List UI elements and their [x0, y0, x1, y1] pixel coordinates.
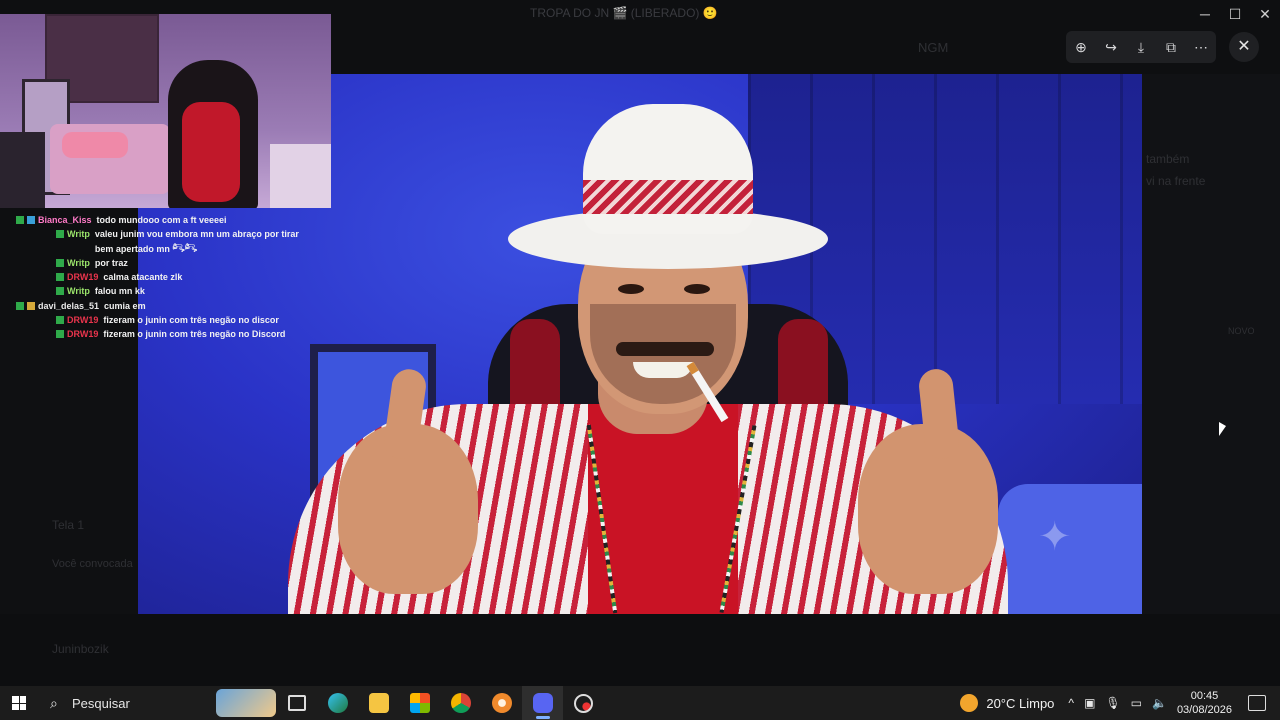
microphone-icon[interactable]: 🎙 [1105, 696, 1120, 710]
chat-badge-icon [56, 287, 64, 296]
clock-date: 03/08/2026 [1176, 704, 1232, 716]
sheet [270, 144, 331, 208]
image-viewer-toolbar: ⊕ ↪ ⤓ ⧉ ⋯ [1066, 31, 1216, 63]
discord-icon[interactable] [522, 686, 563, 720]
maximize-button[interactable]: ☐ [1220, 0, 1250, 28]
network-icon[interactable]: ▭ [1131, 696, 1142, 710]
chat-badge-icon [56, 230, 64, 239]
background-bottom-bar [0, 614, 1280, 686]
chat-username: Writp [67, 286, 90, 297]
open-external-icon[interactable]: ⧉ [1159, 39, 1183, 56]
search-highlight-image [216, 689, 276, 717]
faded-text: Tela 1 [52, 518, 85, 532]
taskbar: ⌕ Pesquisar 20°C Limpo ^ ▣ 🎙 ▭ 🔈 00:45 0… [0, 686, 1280, 720]
moon-icon [960, 694, 979, 712]
orange-app-icon[interactable] [481, 686, 522, 720]
search-icon: ⌕ [50, 694, 58, 711]
chair-red-accent [182, 102, 240, 202]
start-button[interactable] [0, 686, 38, 720]
tray-chevron-icon[interactable]: ^ [1068, 696, 1074, 710]
eye [618, 284, 644, 294]
chrome-icon[interactable] [440, 686, 481, 720]
chat-message: davi_delas_51 cumia em [16, 299, 316, 313]
chat-text: falou mn kk [94, 286, 145, 297]
clock-time: 00:45 [1190, 690, 1219, 702]
chat-text: por traz [94, 257, 128, 268]
window-controls: ─ ☐ ✕ [1190, 0, 1280, 28]
faded-text: Você convocada [52, 558, 133, 570]
chat-message: Bianca_Kiss todo mundooo com a ft veeeei [16, 213, 316, 227]
volume-icon[interactable]: 🔈 [1152, 696, 1167, 710]
chat-username: davi_delas_51 [38, 300, 100, 311]
chat-badge-icon [56, 316, 64, 325]
clock-app-icon[interactable] [563, 686, 604, 720]
chat-badge-icon [56, 273, 64, 282]
desk [0, 132, 45, 208]
mouse-cursor-icon [1219, 422, 1226, 436]
chat-text: todo mundooo com a ft veeeei [96, 215, 227, 225]
search-placeholder: Pesquisar [72, 695, 130, 711]
taskbar-clock[interactable]: 00:45 03/08/2026 [1177, 689, 1232, 717]
chat-message: DRW19 calma atacante zlk [16, 270, 316, 284]
faded-text: também [1146, 152, 1190, 166]
smile [633, 362, 693, 378]
chat-badge-icon [27, 301, 35, 310]
taskbar-search[interactable]: ⌕ Pesquisar [38, 686, 276, 720]
minimize-button[interactable]: ─ [1190, 0, 1220, 28]
chat-username: DRW19 [67, 272, 99, 283]
faded-badge: NOVO [1228, 326, 1255, 336]
chat-badge-icon [56, 330, 64, 339]
more-options-icon[interactable]: ⋯ [1189, 39, 1213, 56]
faded-text: NGM [918, 40, 949, 55]
sparkle-icon: ✦ [1038, 515, 1072, 559]
chat-username: Writp [67, 229, 90, 240]
file-explorer-icon[interactable] [358, 686, 399, 720]
usb-icon[interactable]: ▣ [1084, 696, 1095, 710]
chat-username: Writp [67, 257, 90, 268]
chat-message: DRW19 fizeram o junin com três negão no d… [16, 313, 316, 327]
window-title: TROPA DO JN 🎬 (LIBERADO) 🙂 [530, 6, 718, 20]
forward-icon[interactable]: ↪ [1099, 39, 1123, 56]
window-close-button[interactable]: ✕ [1250, 0, 1280, 28]
close-viewer-button[interactable]: ✕ [1229, 32, 1259, 62]
faded-text: vi na frente [1146, 174, 1206, 188]
chat-badge-icon [27, 216, 35, 224]
webcam-overlay [0, 14, 331, 208]
chat-username: Bianca_Kiss [38, 215, 92, 225]
hat-band [583, 180, 753, 214]
notification-icon[interactable] [1248, 695, 1266, 711]
chat-text: valeu junim vou embora mn um abraço por … [94, 229, 299, 254]
chat-message: Writp falou mn kk [16, 284, 316, 298]
chat-message: Writp por traz [16, 256, 316, 270]
chat-text: cumia em [104, 300, 146, 311]
download-icon[interactable]: ⤓ [1129, 39, 1153, 56]
mustache [616, 342, 714, 356]
stream-chat: Bianca_Kiss todo mundooo com a ft veeeei W… [16, 213, 316, 342]
edge-icon[interactable] [317, 686, 358, 720]
chat-message: Writp valeu junim vou embora mn um abraço… [16, 227, 316, 256]
chat-badge-icon [16, 301, 24, 310]
weather-text: 20°C Limpo [986, 695, 1055, 711]
pillow [62, 132, 128, 158]
system-tray: ^ ▣ 🎙 ▭ 🔈 [1068, 696, 1167, 710]
chat-username: DRW19 [67, 315, 99, 326]
zoom-in-icon[interactable]: ⊕ [1069, 39, 1093, 56]
faded-text: Juninbozik [52, 642, 109, 656]
hat-crown [583, 104, 753, 234]
store-icon[interactable] [399, 686, 440, 720]
chat-text: fizeram o junin com três negão no Discor… [103, 329, 286, 340]
task-view-icon[interactable] [276, 686, 317, 720]
windows-icon [12, 696, 26, 710]
chat-message: DRW19 fizeram o junin com três negão no D… [16, 327, 316, 341]
eye [684, 284, 710, 294]
chat-badge-icon [16, 216, 24, 224]
background-left-panel [0, 340, 138, 620]
weather-widget[interactable]: 20°C Limpo [960, 694, 1054, 712]
chat-text: calma atacante zlk [103, 272, 183, 283]
chat-text: fizeram o junin com três negão no discor [103, 315, 279, 326]
chat-username: DRW19 [67, 329, 99, 340]
chat-badge-icon [56, 258, 64, 267]
